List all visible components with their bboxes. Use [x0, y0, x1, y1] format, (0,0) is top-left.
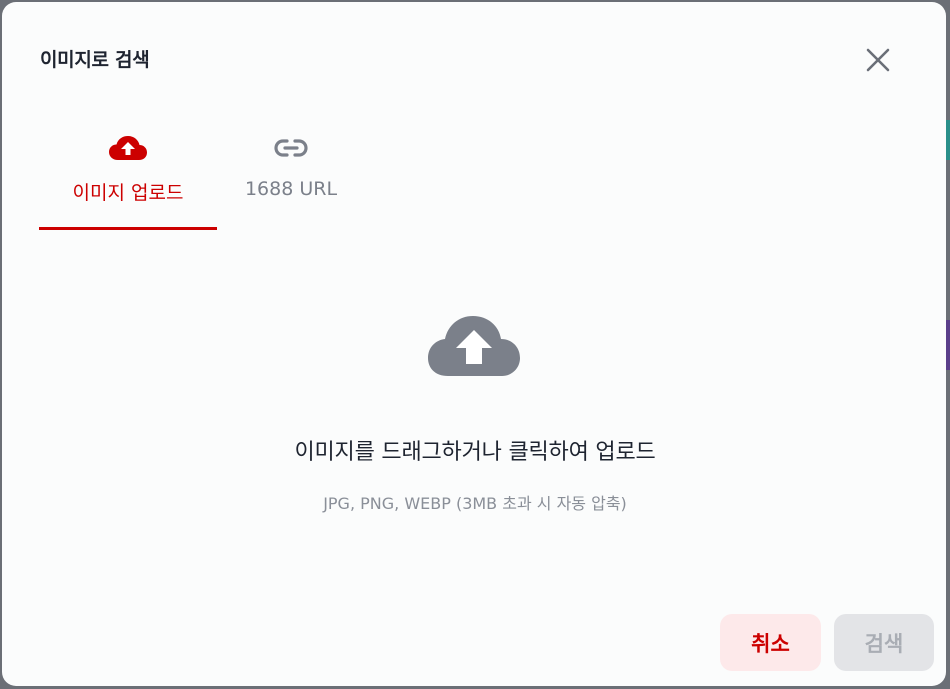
backdrop-strip-mid	[946, 320, 950, 370]
cancel-button[interactable]: 취소	[720, 614, 821, 671]
tab-image-upload[interactable]: 이미지 업로드	[39, 130, 217, 230]
backdrop-strip-top	[946, 120, 950, 160]
tab-1688-url[interactable]: 1688 URL	[241, 130, 341, 230]
dialog-title: 이미지로 검색	[40, 49, 150, 71]
tab-1688-url-label: 1688 URL	[244, 178, 338, 200]
image-search-dialog: 이미지로 검색 이미지 업로드 1688 URL 이미지를 드래그하거나 클릭하…	[2, 2, 946, 686]
cloud-upload-icon	[109, 136, 147, 160]
dropzone-formats: JPG, PNG, WEBP (3MB 초과 시 자동 압축)	[323, 494, 627, 513]
link-icon	[274, 139, 308, 157]
search-button[interactable]: 검색	[834, 614, 934, 671]
upload-dropzone[interactable]: 이미지를 드래그하거나 클릭하여 업로드 JPG, PNG, WEBP (3MB…	[40, 262, 910, 562]
tab-image-upload-label: 이미지 업로드	[72, 182, 184, 204]
dropzone-instruction: 이미지를 드래그하거나 클릭하여 업로드	[294, 440, 656, 465]
close-icon	[866, 48, 890, 72]
close-button[interactable]	[862, 44, 894, 76]
cloud-upload-icon	[428, 316, 520, 376]
tab-bar: 이미지 업로드 1688 URL	[39, 130, 939, 230]
